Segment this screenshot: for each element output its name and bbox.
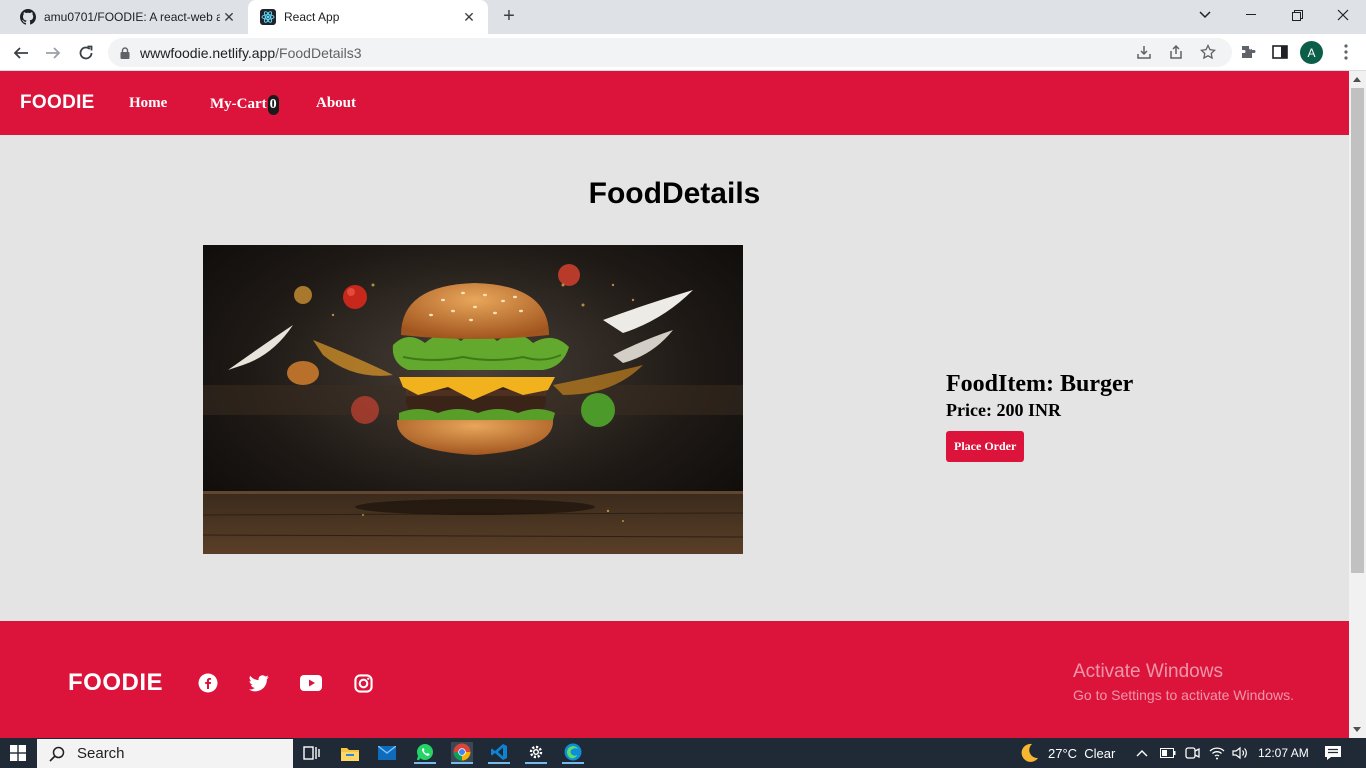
site-navbar: FOODIE Home My-Cart 0 About <box>0 71 1349 135</box>
food-item-name: FoodItem: Burger <box>946 371 1134 397</box>
share-icon[interactable] <box>1164 40 1188 64</box>
windows-start-icon[interactable] <box>10 745 26 761</box>
tab-title: amu0701/FOODIE: A react-web ap <box>44 10 220 24</box>
show-hidden-icons-chevron-icon[interactable] <box>1136 738 1148 768</box>
search-icon <box>49 746 65 762</box>
clock-time: 12:07 AM <box>1258 746 1309 760</box>
close-tab-icon[interactable]: ✕ <box>460 8 478 26</box>
battery-icon[interactable] <box>1160 738 1176 768</box>
close-tab-icon[interactable]: ✕ <box>220 8 238 26</box>
side-panel-icon[interactable] <box>1268 40 1292 64</box>
file-explorer-icon[interactable] <box>339 742 361 764</box>
weather-widget[interactable]: 27°C Clear <box>1018 738 1115 768</box>
edge-icon[interactable] <box>562 742 584 764</box>
profile-avatar[interactable]: A <box>1300 41 1323 64</box>
nav-about[interactable]: About <box>316 95 356 112</box>
restore-button[interactable] <box>1274 0 1320 30</box>
tab-title: React App <box>284 10 340 24</box>
forward-arrow-icon <box>46 47 61 59</box>
back-arrow-icon <box>13 47 28 59</box>
reload-icon <box>79 45 93 60</box>
taskbar-search-placeholder: Search <box>77 745 125 762</box>
instagram-icon[interactable] <box>352 672 374 694</box>
windows-taskbar: Search 27°C Clear 12:07 AM <box>0 738 1366 768</box>
food-price: Price: 200 INR <box>946 400 1061 420</box>
nav-home[interactable]: Home <box>129 95 167 112</box>
forward-button[interactable] <box>40 40 66 66</box>
url-host: wwwfoodie.netlify.app <box>140 44 276 61</box>
nav-my-cart[interactable]: My-Cart 0 <box>210 95 279 115</box>
site-footer: FOODIE Activate Windows Go to Settings t… <box>0 621 1349 738</box>
install-app-icon[interactable] <box>1132 40 1156 64</box>
browser-toolbar: wwwfoodie.netlify.app/FoodDetails3 A <box>0 34 1366 71</box>
footer-brand: FOODIE <box>68 669 164 696</box>
whatsapp-icon[interactable] <box>414 742 436 764</box>
menu-dots-icon[interactable] <box>1334 40 1358 64</box>
burger-image <box>203 245 743 554</box>
moon-icon <box>1018 742 1040 764</box>
navbar-brand[interactable]: FOODIE <box>20 92 95 114</box>
watermark-title: Activate Windows <box>1073 661 1223 682</box>
lock-icon <box>120 46 130 59</box>
task-view-icon[interactable] <box>301 742 323 764</box>
mail-icon[interactable] <box>376 742 398 764</box>
clock[interactable]: 12:07 AM <box>1258 738 1309 768</box>
scroll-up-arrow-icon[interactable] <box>1353 77 1361 82</box>
taskbar-search-box[interactable]: Search <box>37 739 293 768</box>
minimize-button[interactable] <box>1228 0 1274 30</box>
url-text: wwwfoodie.netlify.app/FoodDetails3 <box>140 45 362 61</box>
browser-tab-strip: amu0701/FOODIE: A react-web ap ✕ React A… <box>0 0 1366 34</box>
tab-react-app[interactable]: React App ✕ <box>248 0 488 34</box>
place-order-button[interactable]: Place Order <box>946 431 1025 462</box>
scroll-thumb[interactable] <box>1351 88 1364 573</box>
weather-text: 27°C Clear <box>1048 745 1116 761</box>
tab-search-icon[interactable] <box>1182 0 1228 30</box>
activate-windows-watermark: Activate Windows Go to Settings to activ… <box>1073 661 1294 703</box>
vscode-icon[interactable] <box>488 742 510 764</box>
meet-now-icon[interactable] <box>1184 738 1200 768</box>
food-info: FoodItem: Burger Price: 200 INR Place Or… <box>946 371 1133 462</box>
scroll-down-arrow-icon[interactable] <box>1353 727 1361 732</box>
tab-github[interactable]: amu0701/FOODIE: A react-web ap ✕ <box>8 0 248 34</box>
chrome-icon[interactable] <box>451 742 473 764</box>
settings-gear-icon[interactable] <box>525 742 547 764</box>
bookmark-star-icon[interactable] <box>1196 40 1220 64</box>
page-title: FoodDetails <box>588 177 761 210</box>
facebook-icon[interactable] <box>197 672 219 694</box>
watermark-subtitle: Go to Settings to activate Windows. <box>1073 687 1294 703</box>
react-icon <box>260 9 276 25</box>
page-scrollbar[interactable] <box>1349 71 1366 738</box>
volume-icon[interactable] <box>1232 738 1248 768</box>
extensions-icon[interactable] <box>1236 40 1260 64</box>
reload-button[interactable] <box>73 40 99 66</box>
nav-my-cart-label: My-Cart <box>210 96 267 112</box>
new-tab-button[interactable]: + <box>498 6 520 27</box>
youtube-icon[interactable] <box>300 672 322 694</box>
github-icon <box>20 9 36 25</box>
twitter-icon[interactable] <box>248 672 270 694</box>
notifications-icon[interactable] <box>1324 738 1342 768</box>
close-window-button[interactable] <box>1320 0 1366 30</box>
cart-count-badge: 0 <box>267 95 279 115</box>
wifi-icon[interactable] <box>1209 738 1225 768</box>
page-viewport: FOODIE Home My-Cart0 About FoodDetails <box>0 71 1349 738</box>
back-button[interactable] <box>8 40 34 66</box>
address-bar[interactable]: wwwfoodie.netlify.app/FoodDetails3 <box>108 38 1232 67</box>
url-path: /FoodDetails3 <box>275 44 362 61</box>
